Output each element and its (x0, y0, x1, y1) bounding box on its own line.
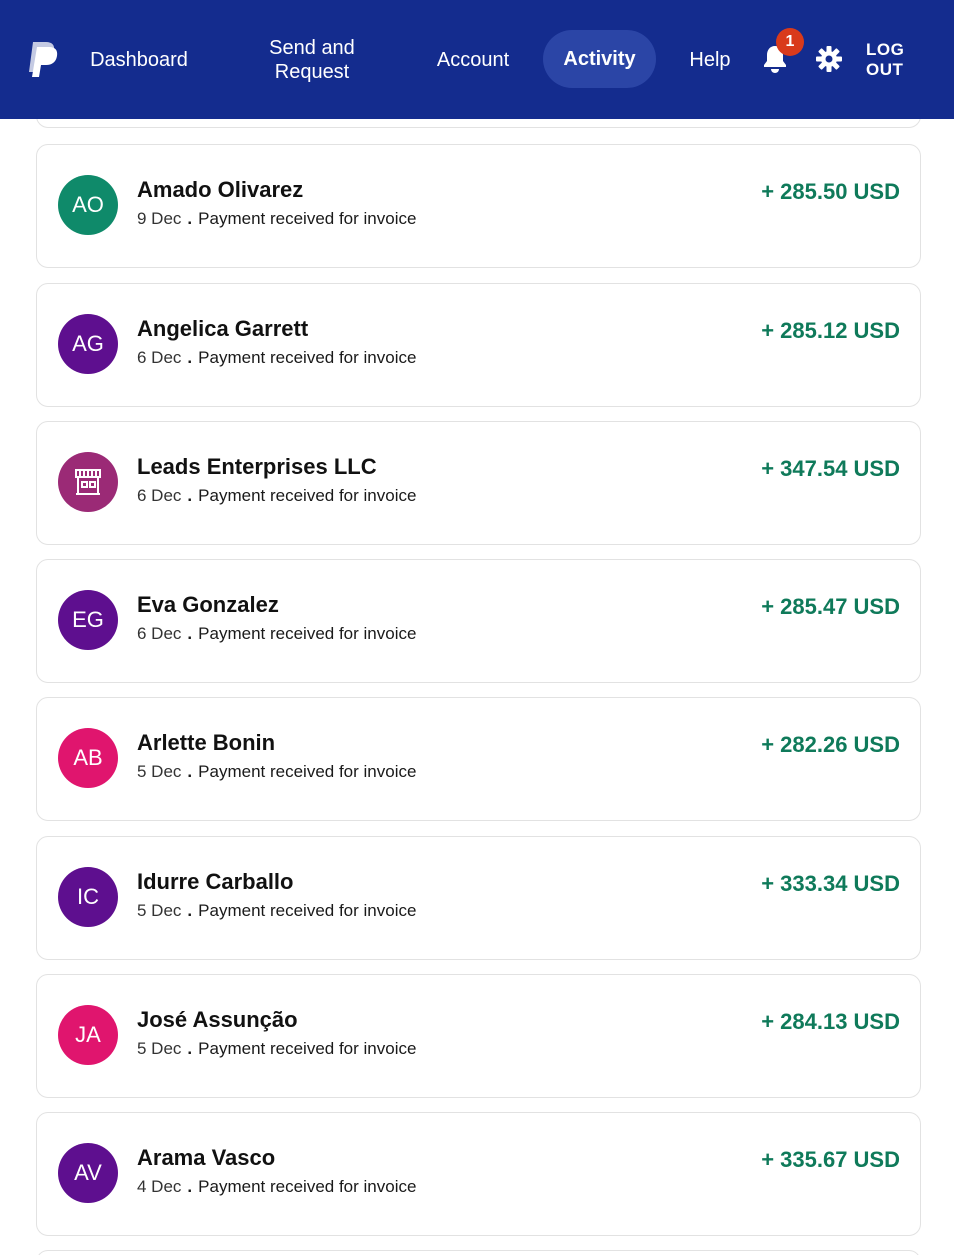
transaction-date: 5 Dec (137, 762, 182, 781)
transaction-card[interactable]: Leads Enterprises LLC 6 Dec. Payment rece… (36, 421, 921, 545)
transaction-amount: + 335.67 USD (761, 1147, 900, 1172)
avatar: AV (58, 1143, 118, 1203)
avatar: AO (58, 175, 118, 235)
transaction-description: Payment received for invoice (198, 209, 417, 228)
nav-account[interactable]: Account (428, 48, 518, 72)
transaction-amount: + 282.26 USD (761, 732, 900, 757)
meta-separator: . (187, 1177, 193, 1196)
nav-send-and-request[interactable]: Send and Request (258, 36, 366, 84)
meta-separator: . (187, 901, 193, 920)
transaction-date: 6 Dec (137, 624, 182, 643)
transaction-description: Payment received for invoice (198, 901, 417, 920)
transaction-meta: 5 Dec. Payment received for invoice (137, 901, 416, 921)
transaction-card[interactable]: AB Arlette Bonin 5 Dec. Payment received … (36, 697, 921, 821)
logout-button[interactable]: LOG OUT (866, 40, 912, 80)
transaction-name: Idurre Carballo (137, 869, 294, 894)
meta-separator: . (187, 209, 193, 228)
gear-icon[interactable] (815, 45, 843, 73)
meta-separator: . (187, 486, 193, 505)
transaction-name: Leads Enterprises LLC (137, 454, 377, 479)
transaction-meta: 4 Dec. Payment received for invoice (137, 1177, 416, 1197)
notification-badge: 1 (776, 28, 804, 56)
avatar (58, 452, 118, 512)
transaction-amount: + 285.50 USD (761, 179, 900, 204)
transaction-name: Arama Vasco (137, 1145, 276, 1170)
transaction-description: Payment received for invoice (198, 348, 417, 367)
transaction-meta: 6 Dec. Payment received for invoice (137, 348, 416, 368)
transaction-card[interactable]: AO Amado Olivarez 9 Dec. Payment received… (36, 144, 921, 268)
transaction-amount: + 347.54 USD (761, 456, 900, 481)
transaction-name: Amado Olivarez (137, 177, 304, 202)
transaction-meta: 5 Dec. Payment received for invoice (137, 762, 416, 782)
top-navigation-bar: Dashboard Send and Request Account Activ… (0, 0, 954, 119)
transaction-card[interactable]: EG Eva Gonzalez 6 Dec. Payment received f… (36, 559, 921, 683)
transaction-name: Arlette Bonin (137, 730, 276, 755)
next-transaction-card[interactable] (36, 1250, 921, 1255)
transaction-description: Payment received for invoice (198, 624, 417, 643)
transaction-amount: + 284.13 USD (761, 1009, 900, 1034)
avatar: AB (58, 728, 118, 788)
transaction-date: 4 Dec (137, 1177, 182, 1196)
avatar: AG (58, 314, 118, 374)
transaction-description: Payment received for invoice (198, 1039, 417, 1058)
transaction-name: Angelica Garrett (137, 316, 309, 341)
transaction-description: Payment received for invoice (198, 486, 417, 505)
transaction-date: 9 Dec (137, 209, 182, 228)
transaction-date: 5 Dec (137, 901, 182, 920)
transaction-date: 6 Dec (137, 486, 182, 505)
transaction-date: 5 Dec (137, 1039, 182, 1058)
avatar: IC (58, 867, 118, 927)
transaction-description: Payment received for invoice (198, 762, 417, 781)
transaction-date: 6 Dec (137, 348, 182, 367)
storefront-icon (75, 469, 101, 495)
avatar: JA (58, 1005, 118, 1065)
transaction-meta: 6 Dec. Payment received for invoice (137, 486, 416, 506)
meta-separator: . (187, 1039, 193, 1058)
nav-activity[interactable]: Activity (543, 30, 656, 88)
transaction-amount: + 333.34 USD (761, 871, 900, 896)
transaction-amount: + 285.12 USD (761, 318, 900, 343)
transaction-meta: 6 Dec. Payment received for invoice (137, 624, 416, 644)
meta-separator: . (187, 624, 193, 643)
meta-separator: . (187, 762, 193, 781)
avatar: EG (58, 590, 118, 650)
transaction-description: Payment received for invoice (198, 1177, 417, 1196)
transaction-card[interactable]: AV Arama Vasco 4 Dec. Payment received fo… (36, 1112, 921, 1236)
transaction-name: José Assunção (137, 1007, 298, 1032)
nav-help[interactable]: Help (684, 48, 736, 72)
nav-dashboard[interactable]: Dashboard (86, 48, 192, 72)
transaction-meta: 5 Dec. Payment received for invoice (137, 1039, 416, 1059)
transaction-card[interactable]: JA José Assunção 5 Dec. Payment received … (36, 974, 921, 1098)
transaction-card[interactable]: AG Angelica Garrett 6 Dec. Payment receiv… (36, 283, 921, 407)
paypal-logo[interactable] (24, 40, 60, 80)
transaction-amount: + 285.47 USD (761, 594, 900, 619)
transaction-meta: 9 Dec. Payment received for invoice (137, 209, 416, 229)
transaction-card[interactable]: IC Idurre Carballo 5 Dec. Payment receive… (36, 836, 921, 960)
meta-separator: . (187, 348, 193, 367)
transaction-name: Eva Gonzalez (137, 592, 279, 617)
